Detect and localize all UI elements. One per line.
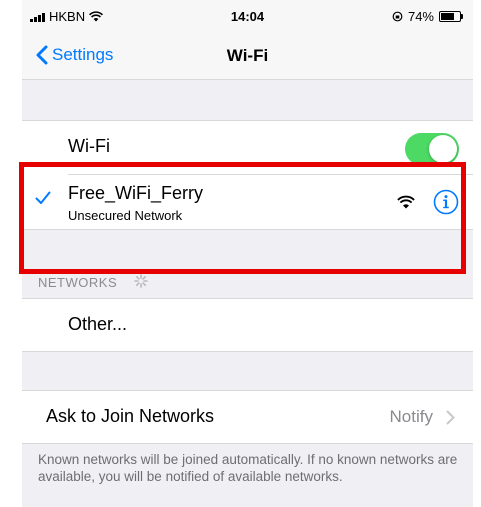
status-bar: HKBN 14:04 74% xyxy=(22,0,473,34)
battery-icon xyxy=(439,11,463,22)
network-name: Free_WiFi_Ferry xyxy=(68,183,204,203)
phone-screen: HKBN 14:04 74% Settings Wi-Fi Wi-Fi Free… xyxy=(22,0,473,507)
page-title: Wi-Fi xyxy=(226,46,269,65)
rotation-lock-icon xyxy=(392,11,403,22)
checkmark-icon xyxy=(35,191,51,204)
networks-section-header: NETWORKS xyxy=(38,275,118,290)
ask-to-join-value: Notify xyxy=(389,407,433,426)
ask-to-join-footer: Known networks will be joined automatica… xyxy=(38,452,458,484)
network-security-label: Unsecured Network xyxy=(68,208,183,223)
wifi-toggle-switch[interactable] xyxy=(405,133,459,165)
connected-network-row[interactable]: Free_WiFi_Ferry Unsecured Network xyxy=(22,175,473,229)
wifi-toggle-label: Wi-Fi xyxy=(68,136,110,156)
loading-spinner-icon xyxy=(134,274,148,288)
wifi-signal-icon xyxy=(397,195,415,209)
ask-to-join-row[interactable]: Ask to Join Networks Notify xyxy=(22,390,473,444)
chevron-right-icon xyxy=(446,410,455,425)
wifi-toggle-row: Wi-Fi xyxy=(22,121,473,174)
wifi-group: Wi-Fi Free_WiFi_Ferry Unsecured Network xyxy=(22,120,473,230)
battery-fill xyxy=(441,13,454,20)
toggle-knob xyxy=(429,135,457,163)
navigation-bar: Settings Wi-Fi xyxy=(22,34,473,80)
other-network-row[interactable]: Other... xyxy=(22,298,473,352)
status-right: 74% xyxy=(392,9,463,24)
info-icon[interactable] xyxy=(433,189,459,215)
other-network-label: Other... xyxy=(68,314,128,334)
battery-percent: 74% xyxy=(407,9,434,24)
ask-to-join-label: Ask to Join Networks xyxy=(46,406,215,426)
